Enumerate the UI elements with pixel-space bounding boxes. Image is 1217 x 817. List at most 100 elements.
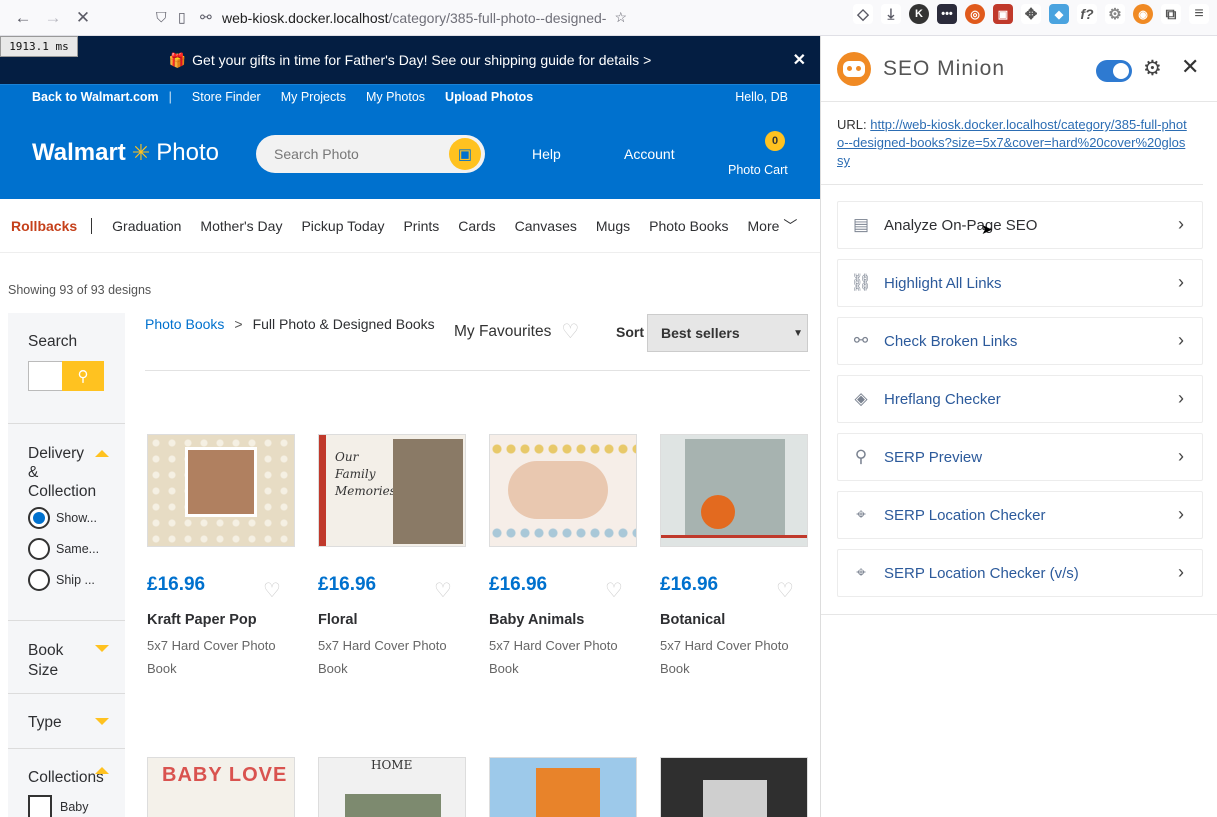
product-image[interactable] [147,434,295,547]
delivery-option-ship[interactable]: Ship ... [28,569,125,591]
product-card[interactable]: £16.96 ♡ Kraft Paper Pop 5x7 Hard Cover … [147,434,297,676]
address-bar[interactable]: ⛉ ▯ ⚯ web-kiosk.docker.localhost/categor… [156,9,676,26]
delivery-option-show[interactable]: Show... [28,507,125,529]
product-card[interactable] [489,757,639,817]
favourite-heart-icon[interactable]: ♡ [263,578,281,603]
walmart-photo-logo[interactable]: Walmart ✳ Photo [32,139,219,167]
sort-select[interactable]: Best sellers ▼ [647,314,808,352]
rollbacks-link[interactable]: Rollbacks [11,217,93,234]
product-image[interactable] [489,434,637,547]
delivery-option-same[interactable]: Same... [28,538,125,560]
product-image[interactable]: Our Family Memories [318,434,466,547]
menu-item-serp-location-checker[interactable]: ⌖ SERP Location Checker › [837,491,1203,539]
tag-icon: ◈ [854,389,868,408]
forward-icon[interactable]: → [38,3,68,33]
filter-search-button[interactable]: ⚲ [62,361,104,391]
gear-icon[interactable]: ⚙ [1143,56,1162,81]
upload-photos-link[interactable]: Upload Photos [445,90,533,104]
favourite-heart-icon[interactable]: ♡ [605,578,623,603]
url-link[interactable]: http://web-kiosk.docker.localhost/catego… [837,117,1187,168]
filter-search-input[interactable] [28,361,62,391]
collection-option-baby[interactable]: Baby [28,795,125,817]
search-button[interactable]: ▣ [449,138,481,170]
product-name[interactable]: Floral [318,612,357,628]
extension-dots-icon[interactable]: ••• [937,4,957,24]
extensions-puzzle-icon[interactable]: ⧉ [1161,4,1181,24]
nav-mugs[interactable]: Mugs [596,218,630,234]
my-photos-link[interactable]: My Photos [366,90,425,104]
close-icon[interactable]: ✕ [793,50,806,70]
expand-icon[interactable] [95,718,109,725]
delivery-filter-title: Delivery & Collection [28,445,97,500]
promo-banner[interactable]: 🎁 Get your gifts in time for Father's Da… [0,36,820,84]
breadcrumb-photo-books[interactable]: Photo Books [145,316,224,332]
store-finder-link[interactable]: Store Finder [192,90,261,104]
chevron-right-icon: › [1178,330,1184,350]
nav-canvases[interactable]: Canvases [515,218,577,234]
product-name[interactable]: Baby Animals [489,612,584,628]
product-card[interactable]: HOME [318,757,468,817]
nav-cards[interactable]: Cards [458,218,495,234]
blue-extension-icon[interactable]: ◆ [1049,4,1069,24]
nav-mothers-day[interactable]: Mother's Day [200,218,282,234]
help-link[interactable]: Help [532,146,561,162]
type-filter[interactable]: Type [8,694,125,749]
nav-more[interactable]: More ﹀ [748,216,798,236]
sort-label: Sort [616,324,644,340]
menu-item-serp-preview[interactable]: ⚲ SERP Preview › [837,433,1203,481]
product-image[interactable]: BABY LOVE [147,757,295,817]
menu-item-highlight-all-links[interactable]: ⛓ Highlight All Links › [837,259,1203,307]
collapse-icon[interactable] [95,450,109,457]
product-image[interactable] [660,757,808,817]
breadcrumb: Photo Books > Full Photo & Designed Book… [145,316,435,332]
nav-pickup-today[interactable]: Pickup Today [301,218,384,234]
menu-item-hreflang-checker[interactable]: ◈ Hreflang Checker › [837,375,1203,423]
menu-item-check-broken-links[interactable]: ⚯ Check Broken Links › [837,317,1203,365]
product-image[interactable] [489,757,637,817]
enable-toggle[interactable] [1096,60,1132,82]
menu-item-label: SERP Location Checker (v/s) [884,564,1079,582]
account-link[interactable]: Account [624,146,675,162]
download-icon[interactable]: ⤓ [881,4,901,24]
expand-icon[interactable] [95,645,109,652]
search-placeholder: Search Photo [274,146,359,162]
seo-minion-extension-icon[interactable]: ◉ [1133,4,1153,24]
my-projects-link[interactable]: My Projects [281,90,346,104]
product-card[interactable]: BABY LOVE [147,757,297,817]
product-name[interactable]: Kraft Paper Pop [147,612,257,628]
back-icon[interactable]: ← [8,3,38,33]
user-greeting[interactable]: Hello, DB [735,90,788,104]
favourite-heart-icon[interactable]: ♡ [434,578,452,603]
ball-extension-icon[interactable]: ◎ [965,4,985,24]
product-card[interactable]: Our Family Memories £16.96 ♡ Floral 5x7 Ha… [318,434,468,676]
photo-cart[interactable]: 0 Photo Cart [728,131,788,177]
menu-icon[interactable]: ≡ [1189,4,1209,24]
my-favourites[interactable]: My Favourites ♡ [454,319,579,344]
pocket-icon[interactable]: ◇ [853,4,873,24]
close-icon[interactable]: ✕ [1181,54,1199,80]
red-extension-icon[interactable]: ▣ [993,4,1013,24]
link-icon: ⛓ [850,273,872,292]
move-extension-icon[interactable]: ✥ [1021,4,1041,24]
nav-prints[interactable]: Prints [403,218,439,234]
settings-extension-icon[interactable]: ⚙ [1105,4,1125,24]
nav-photo-books[interactable]: Photo Books [649,218,728,234]
bookmark-star-icon[interactable]: ☆ [614,9,627,26]
k-extension-icon[interactable]: K [909,4,929,24]
nav-graduation[interactable]: Graduation [112,218,181,234]
menu-item-analyze-on-page-seo[interactable]: ▤ Analyze On-Page SEO › [837,201,1203,249]
function-extension-icon[interactable]: f? [1077,4,1097,24]
product-card[interactable] [660,757,810,817]
product-name[interactable]: Botanical [660,612,725,628]
product-card[interactable]: £16.96 ♡ Baby Animals 5x7 Hard Cover Pho… [489,434,639,676]
product-image[interactable]: HOME [318,757,466,817]
search-input[interactable]: Search Photo ▣ [256,135,485,173]
product-card[interactable]: £16.96 ♡ Botanical 5x7 Hard Cover Photo … [660,434,810,676]
favourite-heart-icon[interactable]: ♡ [776,578,794,603]
menu-item-serp-location-checker-vs[interactable]: ⌖ SERP Location Checker (v/s) › [837,549,1203,597]
book-size-filter[interactable]: Book Size [8,621,125,694]
collapse-icon[interactable] [95,767,109,774]
product-image[interactable] [660,434,808,547]
stop-icon[interactable]: ✕ [68,3,98,33]
back-to-walmart-link[interactable]: Back to Walmart.com [32,90,159,104]
